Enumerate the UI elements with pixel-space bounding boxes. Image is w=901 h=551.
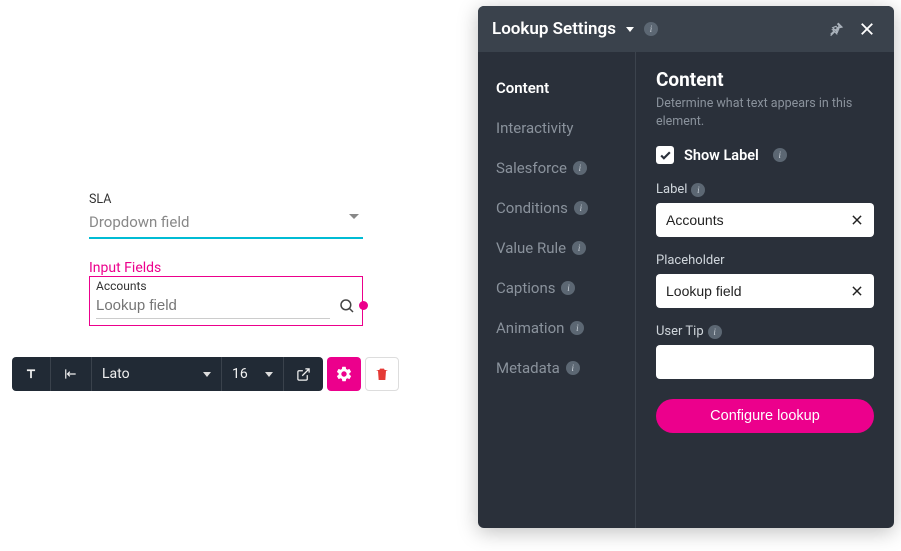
text-style-button[interactable] [12, 357, 51, 391]
nav-item-interactivity[interactable]: Interactivity [496, 108, 635, 148]
chevron-down-icon [349, 214, 359, 219]
clear-icon[interactable] [846, 280, 868, 302]
lookup-settings-panel: Lookup Settings i Content Interactivity Sa… [478, 6, 894, 528]
pin-icon[interactable] [824, 17, 848, 41]
dropdown-field[interactable]: Dropdown field [89, 209, 363, 239]
show-label-text: Show Label [684, 147, 759, 164]
nav-item-content[interactable]: Content [496, 68, 635, 108]
nav-item-value-rule[interactable]: Value Rule i [496, 228, 635, 268]
info-icon[interactable]: i [566, 361, 580, 375]
info-icon[interactable]: i [708, 325, 722, 339]
nav-item-label: Animation [496, 319, 564, 337]
resize-handle[interactable] [359, 301, 368, 310]
usertip-field-label: User Tip [656, 324, 704, 339]
font-name: Lato [102, 366, 130, 382]
chevron-down-icon[interactable] [626, 27, 634, 32]
nav-item-label: Content [496, 79, 549, 97]
font-select[interactable]: Lato [92, 357, 222, 391]
placeholder-input[interactable] [656, 274, 874, 308]
content-title: Content [656, 68, 874, 91]
info-icon[interactable]: i [574, 201, 588, 215]
info-icon[interactable]: i [561, 281, 575, 295]
nav-item-label: Salesforce [496, 159, 567, 177]
nav-item-captions[interactable]: Captions i [496, 268, 635, 308]
placeholder-field-label: Placeholder [656, 253, 725, 268]
content-subtitle: Determine what text appears in this elem… [656, 95, 874, 130]
panel-content: Content Determine what text appears in t… [636, 52, 894, 528]
nav-item-label: Metadata [496, 359, 560, 377]
align-button[interactable] [51, 357, 92, 391]
info-icon[interactable]: i [691, 183, 705, 197]
font-size-select[interactable]: 16 [222, 357, 284, 391]
info-icon[interactable]: i [570, 321, 584, 335]
usertip-input[interactable] [656, 345, 874, 379]
nav-item-animation[interactable]: Animation i [496, 308, 635, 348]
nav-item-label: Conditions [496, 199, 568, 217]
lookup-input[interactable] [96, 293, 330, 319]
nav-item-conditions[interactable]: Conditions i [496, 188, 635, 228]
lookup-field-label: Accounts [90, 277, 362, 293]
sla-field: SLA Dropdown field [89, 192, 363, 239]
chevron-down-icon [265, 372, 273, 377]
delete-button[interactable] [365, 357, 399, 391]
nav-item-label: Captions [496, 279, 555, 297]
nav-item-metadata[interactable]: Metadata i [496, 348, 635, 388]
show-label-checkbox[interactable] [656, 146, 674, 164]
info-icon[interactable]: i [572, 241, 586, 255]
chevron-down-icon [203, 372, 211, 377]
element-toolbar: Lato 16 [12, 357, 399, 391]
panel-nav: ContentInteractivitySalesforceiCondition… [478, 52, 636, 528]
label-field-label: Label [656, 182, 687, 197]
lookup-field-element[interactable]: Accounts [89, 276, 363, 326]
clear-icon[interactable] [846, 209, 868, 231]
search-icon[interactable] [330, 297, 356, 315]
nav-item-salesforce[interactable]: Salesforce i [496, 148, 635, 188]
font-size: 16 [232, 366, 248, 382]
nav-item-label: Value Rule [496, 239, 566, 257]
info-icon[interactable]: i [644, 22, 658, 36]
sla-label: SLA [89, 192, 363, 207]
settings-button[interactable] [327, 357, 361, 391]
nav-item-label: Interactivity [496, 119, 574, 137]
configure-lookup-button[interactable]: Configure lookup [656, 399, 874, 433]
panel-header: Lookup Settings i [478, 6, 894, 52]
open-external-button[interactable] [284, 357, 323, 391]
panel-title[interactable]: Lookup Settings [492, 19, 616, 39]
info-icon[interactable]: i [573, 161, 587, 175]
info-icon[interactable]: i [773, 148, 787, 162]
label-input[interactable] [656, 203, 874, 237]
close-icon[interactable] [854, 16, 880, 42]
input-fields-header: Input Fields [89, 260, 161, 276]
